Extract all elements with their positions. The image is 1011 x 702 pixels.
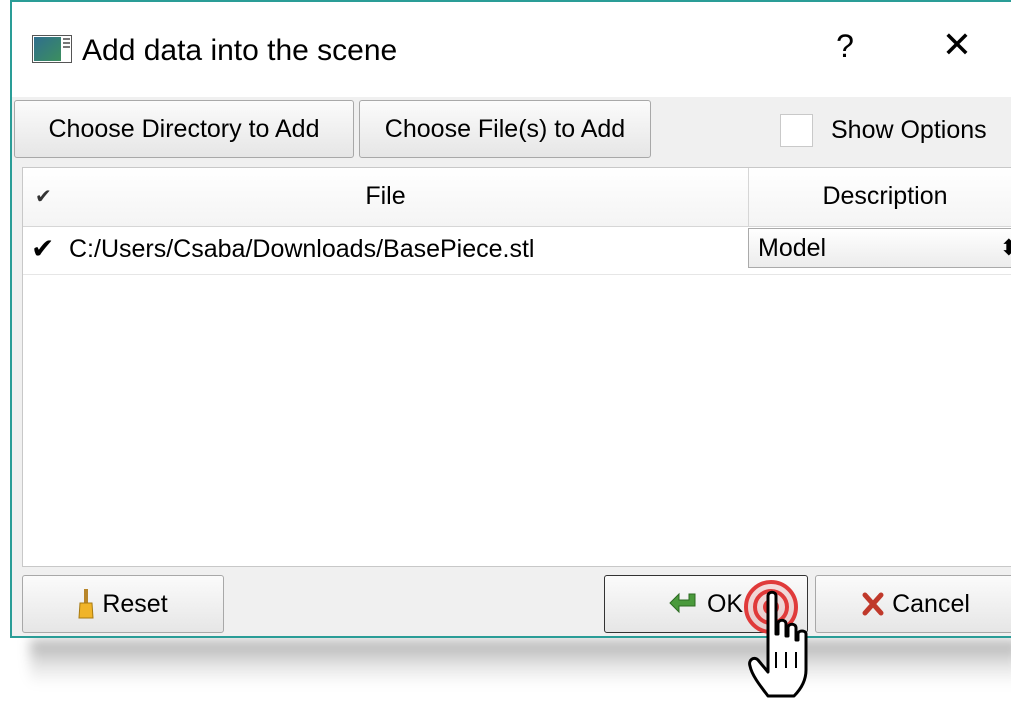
row-file-path: C:/Users/Csaba/Downloads/BasePiece.stl [69, 235, 535, 263]
green-arrow-icon [669, 592, 696, 614]
choose-files-label: Choose File(s) to Add [384, 114, 626, 143]
table-header: ✔ File Description [23, 168, 1011, 227]
dialog-title: Add data into the scene [82, 34, 398, 67]
app-window-icon [32, 35, 72, 63]
title-bar: Add data into the scene ? ✕ [12, 2, 1011, 97]
ok-label: OK [706, 589, 744, 618]
dialog-shadow [30, 640, 1011, 685]
column-header-file[interactable]: File [23, 182, 748, 211]
choose-files-button[interactable]: Choose File(s) to Add [359, 100, 651, 158]
show-options-label: Show Options [831, 115, 987, 144]
reset-button[interactable]: Reset [22, 575, 224, 633]
description-select-value: Model [758, 234, 827, 262]
file-table: ✔ File Description ✔ C:/Users/Csaba/Down… [22, 167, 1011, 567]
row-checkbox[interactable]: ✔ [31, 232, 54, 265]
broom-icon [78, 589, 94, 619]
description-select[interactable]: Model ⬍ [748, 228, 1011, 268]
help-button[interactable]: ? [830, 28, 860, 65]
cancel-button[interactable]: Cancel [815, 575, 1011, 633]
reset-label: Reset [102, 589, 168, 618]
add-data-dialog: Add data into the scene ? ✕ Choose Direc… [10, 0, 1011, 638]
show-options-checkbox[interactable] [780, 113, 813, 147]
red-x-icon [862, 592, 884, 616]
spinner-arrows-icon: ⬍ [1000, 235, 1011, 261]
choose-directory-label: Choose Directory to Add [48, 114, 320, 143]
show-options-toggle[interactable]: Show Options [780, 110, 987, 150]
dialog-body: Choose Directory to Add Choose File(s) t… [12, 97, 1011, 636]
choose-directory-button[interactable]: Choose Directory to Add [14, 100, 354, 158]
cancel-label: Cancel [892, 589, 970, 618]
column-header-description[interactable]: Description [749, 182, 1011, 211]
hand-cursor-icon [748, 590, 808, 698]
table-row[interactable]: ✔ C:/Users/Csaba/Downloads/BasePiece.stl… [23, 226, 1011, 275]
close-button[interactable]: ✕ [937, 24, 977, 66]
